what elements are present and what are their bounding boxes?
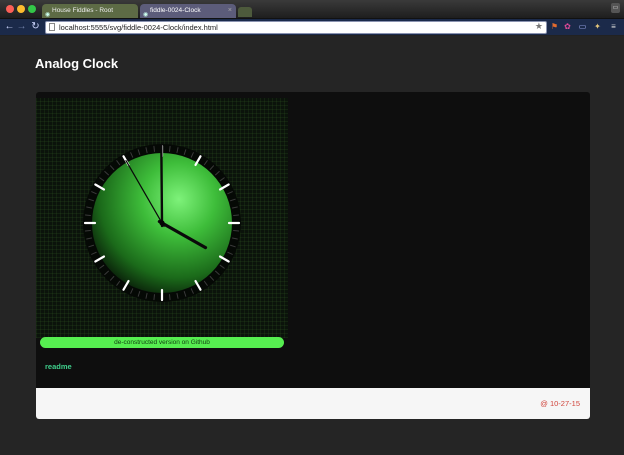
tab-fiddle-clock[interactable]: ◉ fiddle-0024-Clock × [140,4,236,18]
tab-close-icon[interactable]: × [228,4,232,18]
page-title: Analog Clock [35,56,119,71]
flag-icon[interactable]: ⚑ [550,22,559,32]
date-stamp: @ 10-27-15 [540,399,580,408]
analog-clock [83,143,241,302]
globe-icon: ◉ [45,12,51,18]
minute-hand [160,143,164,228]
back-button[interactable]: ← [4,21,15,33]
minute-tick [233,230,240,232]
new-tab-button[interactable] [238,7,252,17]
bookmark-star-icon[interactable]: ★ [535,21,543,32]
menu-icon[interactable]: ≡ [609,22,618,32]
window-maximize-button[interactable] [28,5,36,13]
tab-house-fiddles[interactable]: ◉ House Fiddles - Root [42,4,138,18]
tab-label: fiddle-0024-Clock [150,7,201,14]
readme-link[interactable]: readme [45,362,72,371]
minute-tick [153,294,155,301]
clock-center-pin [159,220,165,226]
github-link-button[interactable]: de-constructed version on Github [40,337,284,348]
minute-tick [169,145,171,152]
forward-button[interactable]: → [16,21,27,33]
reload-button[interactable]: ↻ [30,21,41,33]
address-bar[interactable]: localhost:5555/svg/fiddle-0024-Clock/ind… [45,21,547,34]
globe-icon: ◉ [143,12,149,18]
tab-label: House Fiddles - Root [52,7,114,14]
fullscreen-icon[interactable]: ▭ [611,3,620,13]
cast-icon[interactable]: ▭ [578,22,587,32]
window-close-button[interactable] [6,5,14,13]
content-card: de-constructed version on Github readme … [36,92,590,419]
minute-tick [84,214,91,216]
color-wheel-icon[interactable]: ✿ [563,22,572,32]
minute-tick [169,294,171,301]
minute-tick [153,145,155,152]
window-minimize-button[interactable] [17,5,25,13]
page-content: Analog Clock de-constructed version on G… [0,36,624,455]
card-footer: @ 10-27-15 [36,388,590,419]
puzzle-icon[interactable]: ✦ [593,22,602,32]
minute-tick [84,230,91,232]
clock-container [36,98,288,338]
browser-titlebar: ◉ House Fiddles - Root ◉ fiddle-0024-Clo… [0,0,624,19]
page-icon [49,23,55,31]
browser-toolbar: ← → ↻ localhost:5555/svg/fiddle-0024-Clo… [0,19,624,35]
url-text[interactable]: localhost:5555/svg/fiddle-0024-Clock/ind… [59,22,218,33]
minute-tick [233,214,240,216]
